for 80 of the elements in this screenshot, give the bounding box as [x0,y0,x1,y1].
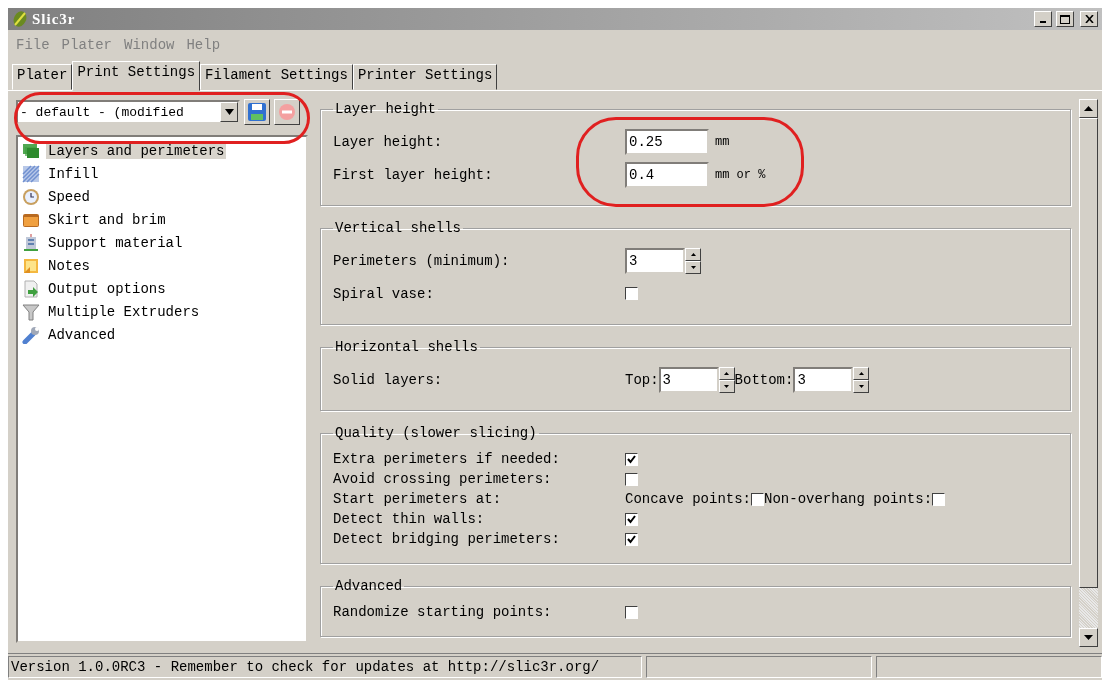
checkbox[interactable] [625,605,638,619]
number-field[interactable]: 3 [658,366,719,393]
page-list-item[interactable]: Notes [46,257,92,274]
page-list-item[interactable]: Support material [46,234,185,251]
minus-circle-icon [277,102,297,122]
group-title: Horizontal shells [334,339,479,355]
down-arrow-icon [690,265,696,269]
group-title: Advanced [334,578,404,594]
app-logo-icon [12,10,28,28]
dropdown-arrow-icon [224,109,234,115]
page-list-item[interactable]: Infill [46,165,101,182]
down-arrow-icon [858,384,864,388]
field-label: Solid layers: [333,371,444,388]
tab[interactable]: Printer Settings [352,64,498,90]
field-label: Bottom: [734,371,794,388]
maximize-button[interactable] [1056,11,1074,27]
spin-up-button[interactable] [685,247,701,261]
window-title: Slic3r [32,10,77,28]
page-icon [22,279,40,298]
spin-up-button[interactable] [853,366,870,380]
number-field[interactable]: 3 [793,366,854,393]
page-list-item[interactable]: Speed [46,188,92,205]
status-message: Version 1.0.0RC3 - Remember to check for updates at http://slic3r.org/ [8,656,642,678]
page-icon [22,187,40,206]
field-label: Perimeters (minimum): [333,252,511,269]
unit-label: mm [715,134,730,149]
checkbox[interactable] [625,512,638,526]
field-label: Spiral vase: [333,285,435,302]
field-label: Top: [625,371,659,388]
tab[interactable]: Plater [12,64,73,90]
close-button[interactable] [1080,11,1098,27]
scroll-down-button[interactable] [1079,628,1098,647]
field-label: Extra perimeters if needed: [333,451,561,467]
field-label: Layer height: [333,133,444,150]
checkbox[interactable] [625,287,638,300]
page-list-item[interactable]: Output options [46,280,168,297]
checkbox[interactable] [625,452,638,466]
page-icon [22,325,40,344]
tab[interactable]: Filament Settings [200,64,353,90]
number-field[interactable]: 3 [625,247,685,274]
page-list-item[interactable]: Multiple Extruders [46,303,202,320]
field-label: Concave points: [625,491,752,507]
save-button[interactable] [244,99,270,125]
field-label: Detect thin walls: [333,511,486,527]
down-arrow-icon [724,384,730,388]
field-label: Non-overhang points: [764,491,933,507]
page-icon [22,233,40,252]
group-title: Vertical shells [334,220,463,236]
field-label: Detect bridging perimeters: [333,531,561,547]
field-label: Avoid crossing perimeters: [333,471,553,487]
minimize-button[interactable] [1034,11,1052,27]
delete-button[interactable] [274,99,300,125]
page-icon [22,164,40,183]
group-title: Layer height [334,101,437,117]
unit-label: mm or % [715,167,766,182]
page-icon [22,141,40,160]
text-field[interactable]: 0.25 [625,128,709,155]
group-title: Quality (slower slicing) [334,425,538,441]
up-arrow-icon [690,252,696,256]
scroll-up-button[interactable] [1079,99,1098,118]
up-arrow-icon [858,371,864,375]
checkbox[interactable] [625,472,638,486]
preset-dropdown[interactable]: - default - (modified [16,100,240,124]
text-field[interactable]: 0.4 [625,161,709,188]
page-icon [22,256,40,275]
down-arrow-icon [1084,635,1093,640]
checkbox[interactable] [751,492,765,506]
field-label: Start perimeters at: [333,491,503,507]
field-label: First layer height: [333,166,494,183]
up-arrow-icon [1084,106,1093,111]
tab[interactable]: Print Settings [72,61,201,91]
maximize-icon [1060,14,1070,24]
checkbox[interactable] [625,532,638,546]
field-label: Randomize starting points: [333,604,553,620]
page-list-item[interactable]: Advanced [46,326,118,343]
page-icon [22,302,40,321]
up-arrow-icon [724,371,730,375]
close-icon [1084,15,1094,23]
page-list-item[interactable]: Skirt and brim [46,211,168,228]
checkbox[interactable] [932,492,946,506]
